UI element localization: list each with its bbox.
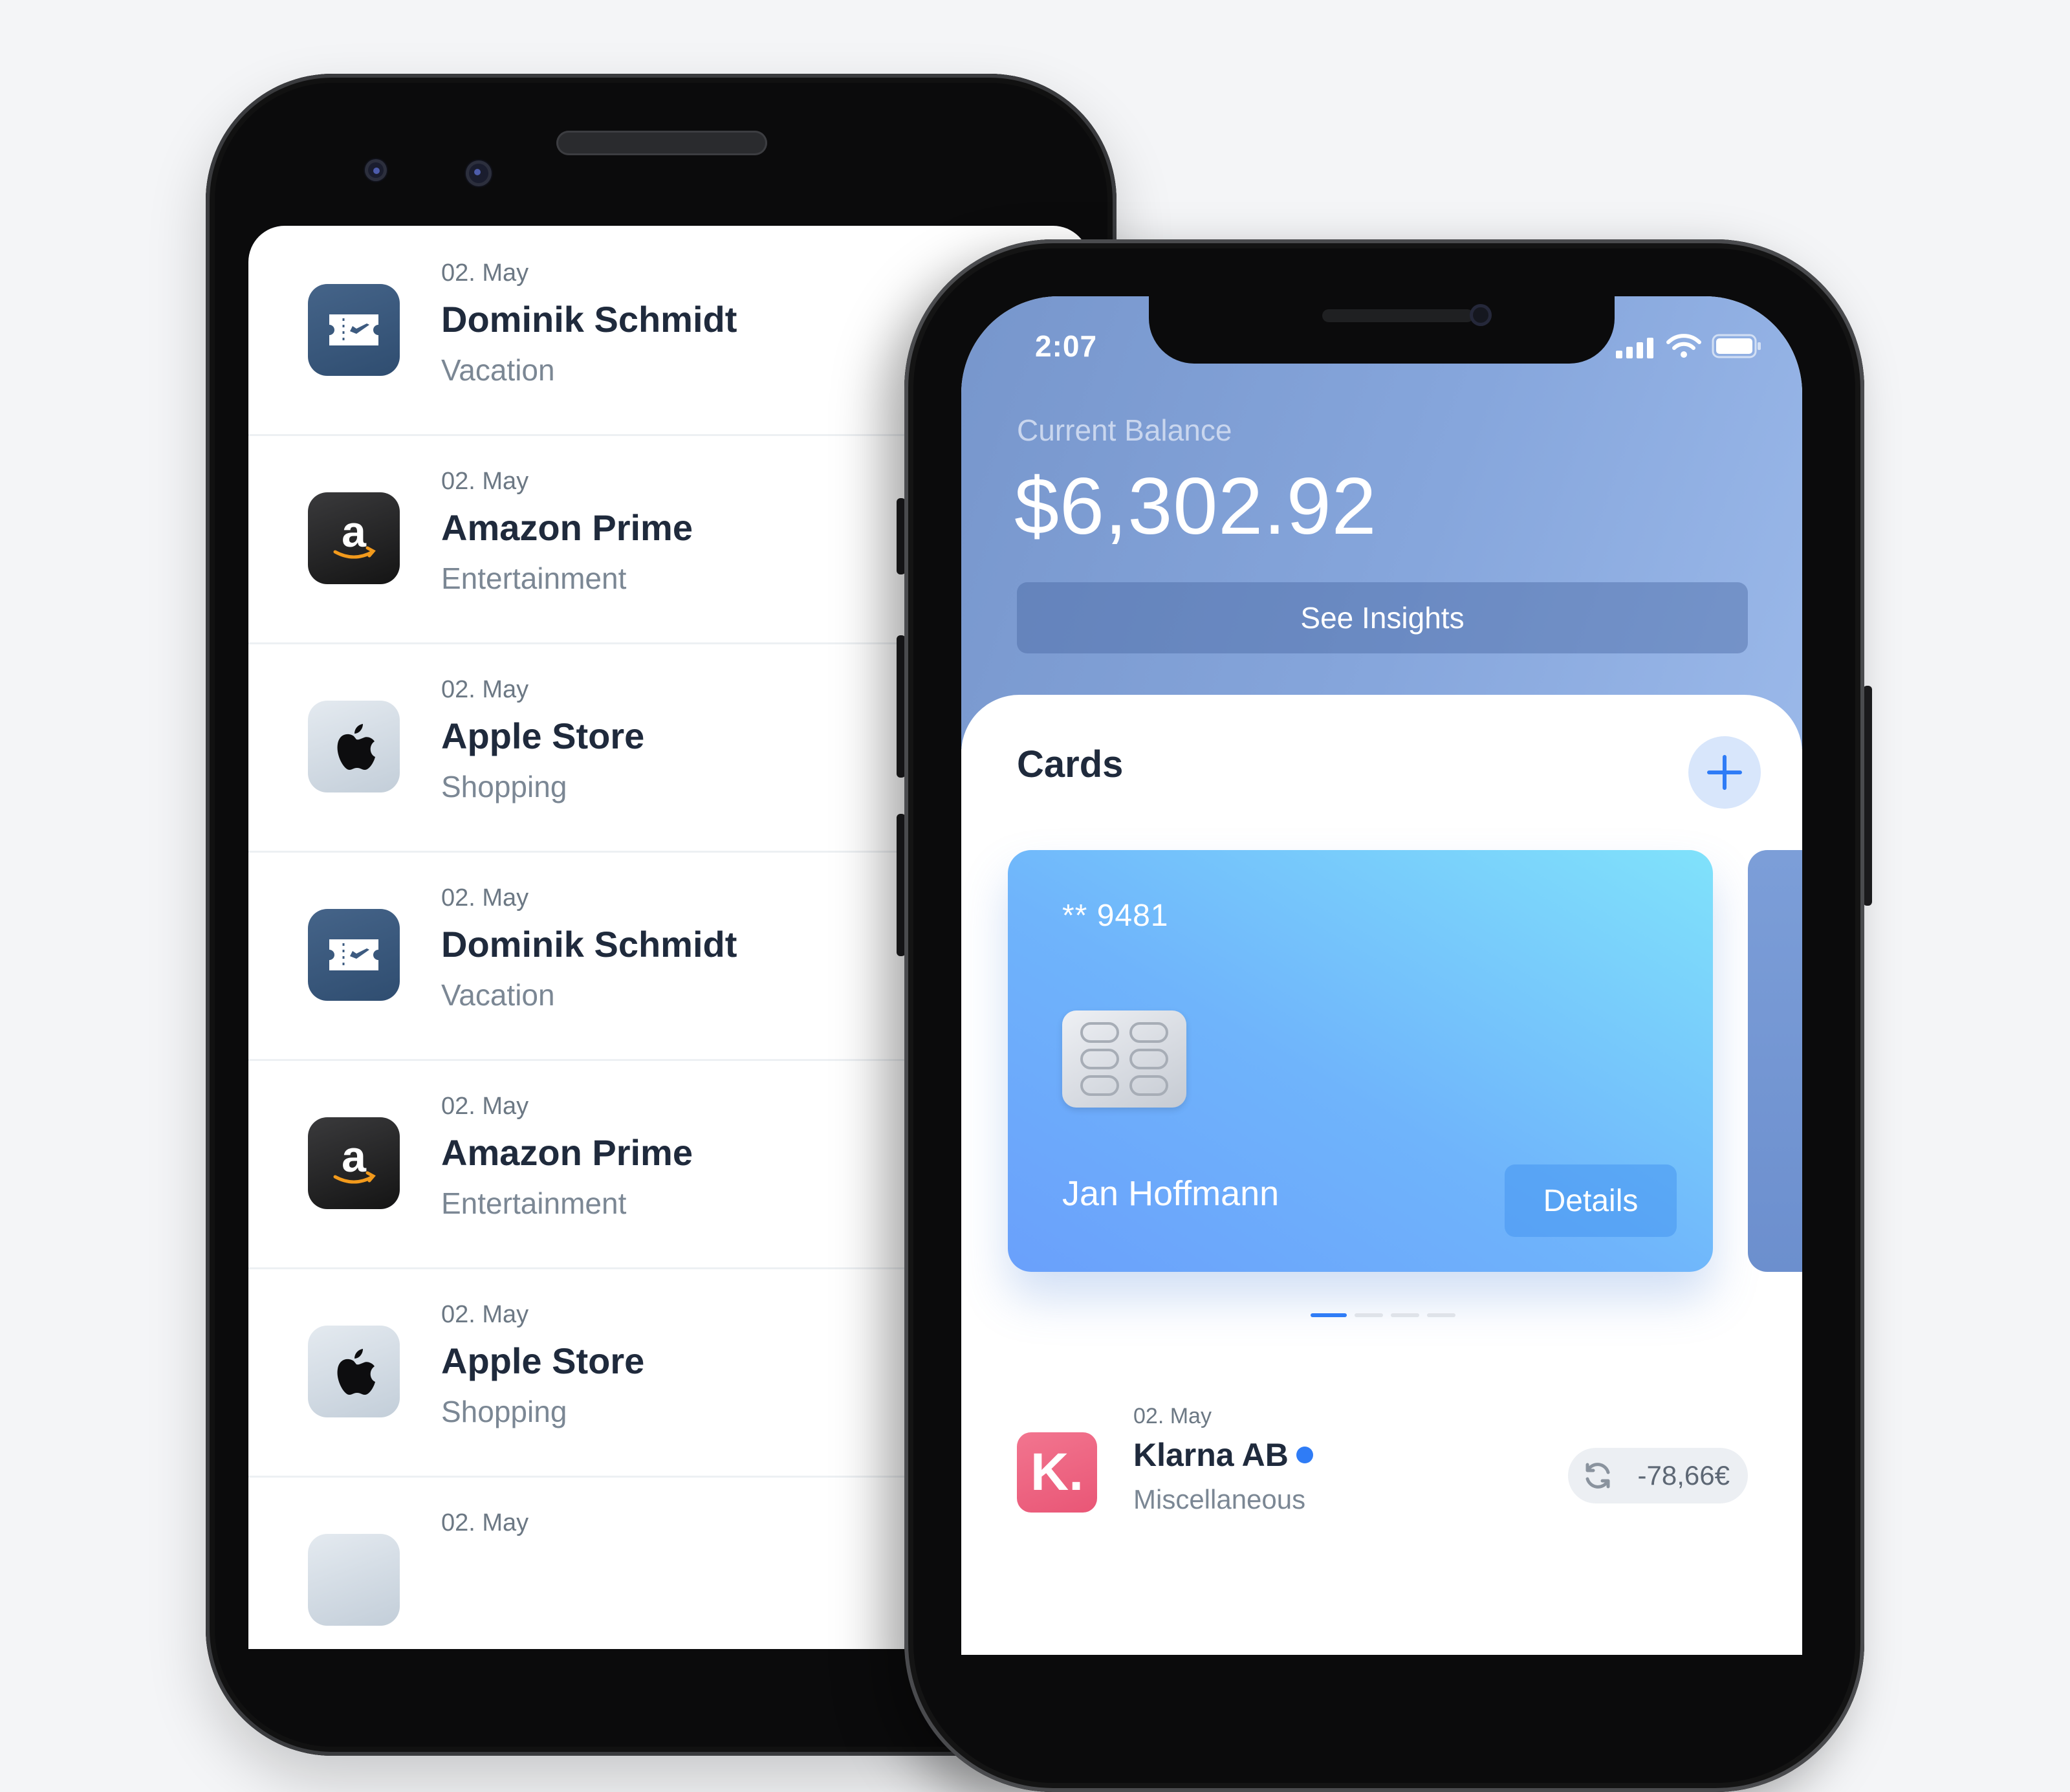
card-holder-name: Jan Hoffmann: [1062, 1174, 1280, 1213]
refresh-icon: [1585, 1463, 1610, 1489]
transaction-title: Apple Store: [441, 716, 645, 756]
page-indicator-active[interactable]: [1311, 1313, 1347, 1317]
transaction-title: Amazon Prime: [441, 1132, 693, 1173]
svg-text:a: a: [342, 1134, 367, 1181]
ticket-icon: [308, 909, 400, 1001]
next-card-preview[interactable]: [1748, 850, 1802, 1272]
apple-logo-icon: [308, 701, 400, 792]
transaction-title: Dominik Schmidt: [441, 924, 737, 965]
proximity-sensor: [365, 159, 387, 181]
transaction-date: 02. May: [441, 468, 529, 495]
transaction-title: Klarna AB: [1133, 1437, 1289, 1473]
transaction-date: 02. May: [441, 1093, 529, 1120]
transaction-category: Vacation: [441, 978, 555, 1012]
cards-heading: Cards: [1017, 743, 1124, 785]
card-number: ** 9481: [1062, 899, 1169, 933]
wallet-screen: 2:07 Current Balance $6,302.92 See Insig…: [961, 296, 1802, 1655]
front-camera-icon: [466, 160, 492, 186]
transaction-category: Entertainment: [441, 1186, 627, 1220]
page-indicator[interactable]: [1427, 1313, 1455, 1317]
transaction-category: Entertainment: [441, 562, 627, 595]
transaction-title: Dominik Schmidt: [441, 299, 737, 340]
status-icons: [1616, 333, 1765, 358]
card-chip-icon: [1062, 1011, 1186, 1108]
transaction-amount: -78,66€: [1637, 1460, 1730, 1491]
balance-label: Current Balance: [1017, 413, 1232, 447]
transaction-title: Apple Store: [441, 1340, 645, 1381]
amount-badge: -78,66€: [1568, 1448, 1748, 1503]
apple-logo-icon: [308, 1534, 400, 1626]
wifi-icon: [1666, 334, 1701, 358]
apple-logo-icon: [308, 1326, 400, 1417]
transaction-row[interactable]: K. 02. May Klarna AB Miscellaneous -78,6…: [961, 1404, 1802, 1655]
card-details-button[interactable]: Details: [1505, 1164, 1677, 1237]
earpiece-speaker: [556, 131, 767, 155]
transaction-date: 02. May: [441, 259, 529, 287]
plus-icon: [1707, 755, 1742, 790]
signal-icon: [1616, 338, 1653, 358]
earpiece-speaker: [1322, 309, 1474, 322]
bank-card[interactable]: ** 9481 Jan Hoffmann Details: [1008, 850, 1713, 1272]
svg-text:a: a: [342, 509, 367, 556]
ticket-icon: [308, 284, 400, 376]
page-indicator[interactable]: [1355, 1313, 1383, 1317]
transaction-date: 02. May: [441, 884, 529, 912]
transaction-date: 02. May: [441, 1509, 529, 1536]
front-camera-icon: [1470, 304, 1492, 326]
transaction-category: Shopping: [441, 770, 567, 803]
transaction-category: Miscellaneous: [1133, 1484, 1306, 1514]
see-insights-button[interactable]: See Insights: [1017, 582, 1748, 653]
transaction-category: Vacation: [441, 353, 555, 387]
power-button: [1863, 686, 1872, 906]
status-time: 2:07: [1035, 329, 1098, 363]
add-card-button[interactable]: [1688, 736, 1761, 809]
unread-dot: [1296, 1447, 1313, 1463]
transaction-date: 02. May: [1133, 1404, 1212, 1428]
transaction-category: Shopping: [441, 1395, 567, 1428]
page-indicator[interactable]: [1391, 1313, 1419, 1317]
battery-icon: [1712, 334, 1761, 358]
amazon-logo-icon: a: [308, 1117, 400, 1209]
transaction-title: Amazon Prime: [441, 507, 693, 548]
amazon-logo-icon: a: [308, 492, 400, 584]
klarna-logo-icon: K.: [1017, 1432, 1097, 1513]
phone-notch: [1149, 296, 1615, 364]
transaction-date: 02. May: [441, 1301, 529, 1328]
balance-value: $6,302.92: [1014, 462, 1377, 551]
transaction-date: 02. May: [441, 676, 529, 703]
